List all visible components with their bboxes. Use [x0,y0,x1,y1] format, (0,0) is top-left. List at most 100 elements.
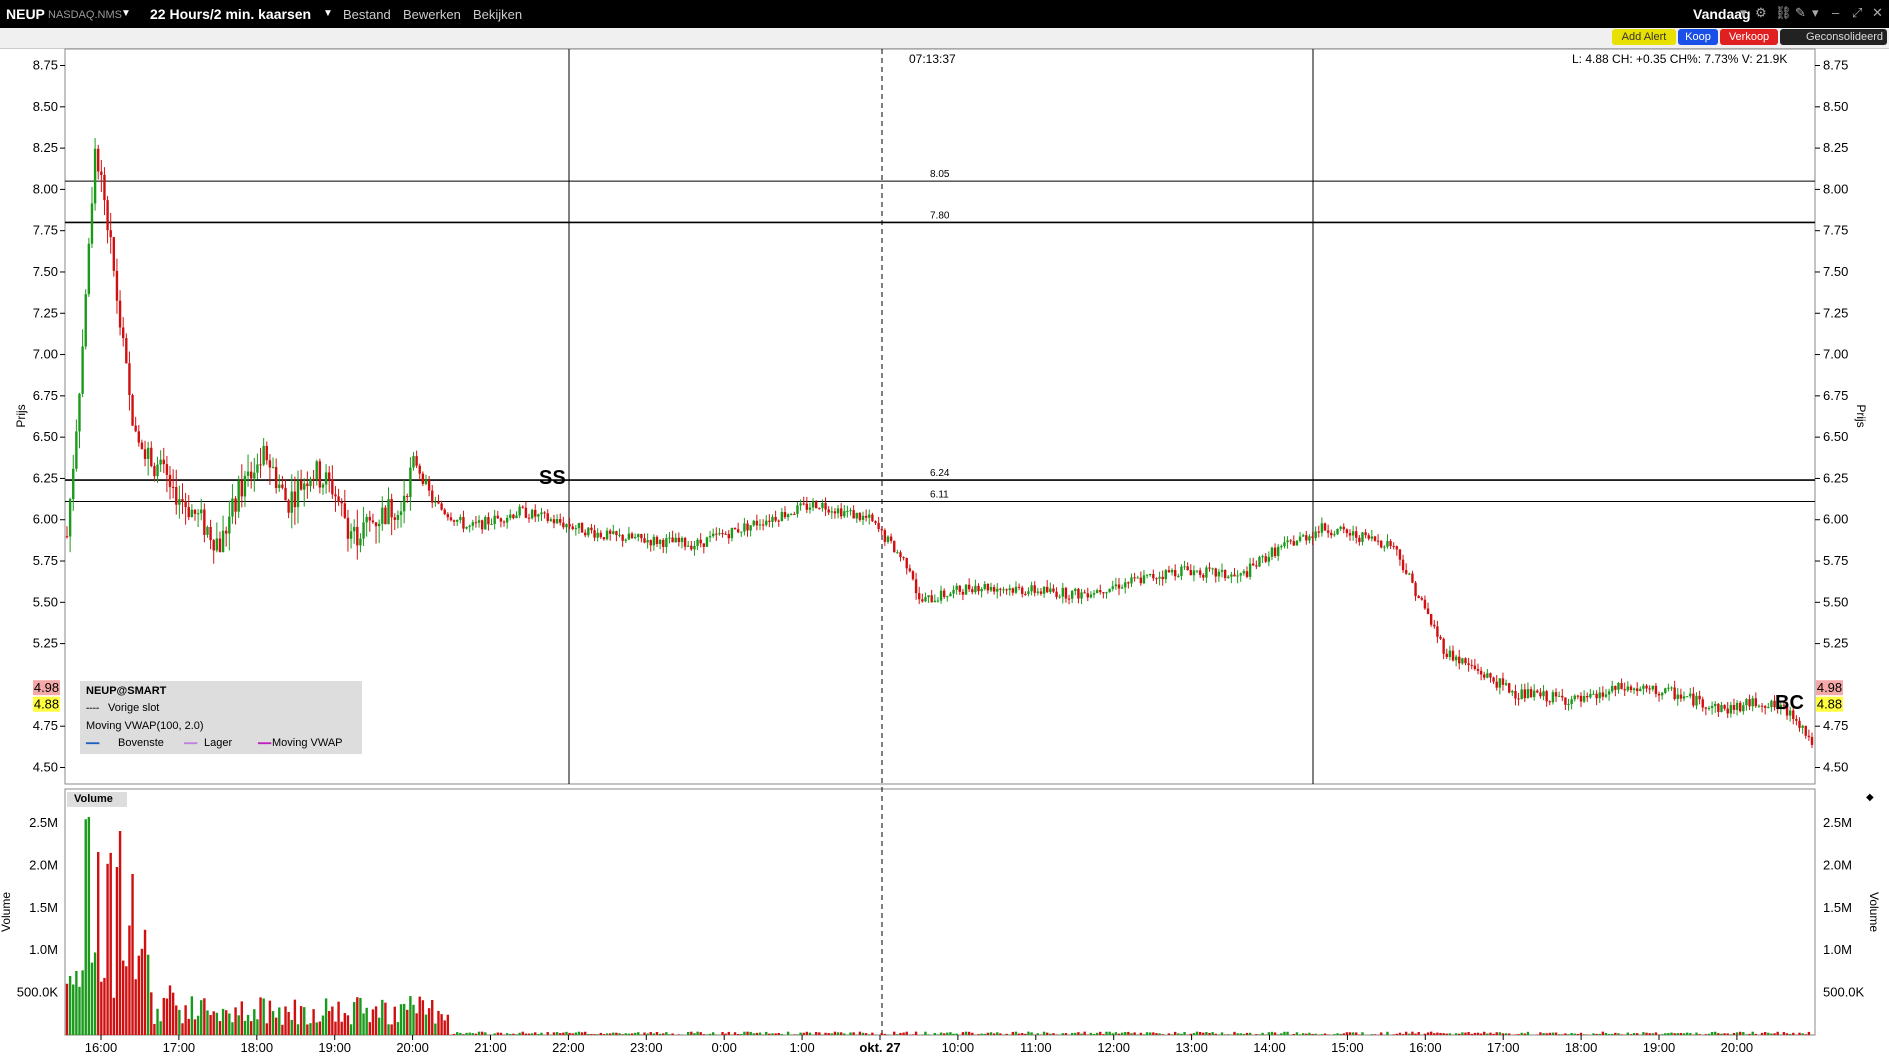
candle-body [580,523,584,533]
candle-body [1595,693,1598,699]
candle-body [799,503,802,506]
candle-body [1598,692,1601,699]
candle-body [352,526,356,532]
volume-bar [1261,1032,1264,1035]
volume-bar [818,1032,821,1035]
price-tick-label-left: 8.00 [33,181,58,196]
candle-body [524,507,528,518]
candle-body [530,509,534,519]
volume-bar [942,1033,946,1035]
volume-bar [187,1018,190,1035]
volume-bar [356,997,359,1035]
volume-bar [237,1015,240,1035]
candle-body [318,461,322,488]
candle-body [989,587,993,591]
volume-bar [749,1031,752,1035]
candle-body [365,516,368,523]
volume-bar [1573,1033,1576,1035]
price-volume-chart[interactable]: ◆ 8.75 8.75 8.50 8.50 8.25 8.25 8.00 8.00 7.75 7.… [0,0,1889,1060]
candle-body [346,517,350,539]
candle-body [1401,559,1405,571]
candle-body [808,507,812,510]
candle-body [827,509,830,513]
volume-tick-label-right: 1.0M [1823,942,1852,957]
price-tick-label-left: 5.50 [33,594,58,609]
candle-body [1286,540,1289,543]
volume-bar [618,1033,621,1035]
candle-body [487,517,490,525]
volume-bar [1514,1034,1517,1035]
candle-body [630,533,634,539]
candle-body [1186,566,1189,571]
volume-bar [1735,1032,1739,1035]
volume-bar [1386,1031,1389,1035]
volume-bar [131,873,134,1035]
volume-bar [1792,1032,1795,1035]
volume-tick-label-right: 500.0K [1823,985,1865,1000]
volume-bar [1704,1034,1708,1035]
volume-bar [774,1033,777,1035]
volume-bar [1539,1032,1542,1035]
volume-bar [1561,1034,1564,1035]
candle-body [268,460,272,468]
volume-bar [777,1032,780,1035]
volume-bar [1689,1033,1692,1035]
candle-body [967,584,971,590]
volume-bar [193,1019,197,1035]
volume-bar [456,1032,459,1035]
volume-bar [1373,1034,1377,1035]
candle-body [883,530,887,542]
candle-body [431,490,434,503]
volume-bar [246,1014,250,1035]
volume-bar [362,1013,365,1035]
candle-body [793,513,796,515]
volume-bar [587,1034,590,1035]
candle-body [918,593,921,600]
candle-body [72,468,75,500]
volume-bar [1679,1032,1683,1035]
volume-bar [955,1033,958,1035]
candle-body [437,501,440,504]
candle-body [1473,665,1477,669]
candle-body [446,514,450,518]
volume-bar [1788,1033,1792,1035]
candle-body [886,536,890,542]
volume-bar [1551,1032,1555,1035]
volume-bar [446,1014,450,1035]
candle-body [1333,534,1336,536]
volume-bar [1685,1032,1689,1035]
candle-body [1217,571,1221,577]
volume-bar [1017,1033,1021,1035]
volume-bar [121,960,125,1035]
volume-bar [833,1031,837,1035]
indicator-legend[interactable]: NEUP@SMART ╌╌ Vorige slot Moving VWAP(10… [80,681,362,754]
volume-bar [643,1032,646,1035]
volume-bar [1807,1031,1811,1035]
volume-bar [259,997,262,1035]
volume-bar [228,1013,231,1035]
volume-bar [371,1009,375,1035]
volume-bar [1489,1032,1492,1035]
volume-bar [1579,1032,1583,1035]
level-line-label: 6.24 [930,468,950,479]
annotation-ss[interactable]: SS [539,467,566,490]
volume-bar [72,984,75,1035]
volume-bar [1220,1032,1224,1035]
candle-body [765,520,768,525]
candle-body [1177,576,1180,578]
volume-bar [649,1032,652,1035]
cursor-time: 07:13:37 [909,52,956,66]
annotation-bc[interactable]: BC [1775,692,1804,715]
volume-bar [1483,1031,1486,1035]
candle-body [1099,590,1102,593]
candle-body [1692,693,1695,706]
price-tick-label-left: 4.75 [33,718,58,733]
volume-bar [1439,1032,1442,1035]
legend-title: NEUP@SMART [86,685,167,697]
candle-body [259,464,262,466]
candle-body [1589,694,1592,698]
volume-bar [1751,1031,1754,1035]
candle-body [1489,673,1492,678]
volume-bar [156,1008,159,1035]
volume-bar [752,1033,755,1035]
